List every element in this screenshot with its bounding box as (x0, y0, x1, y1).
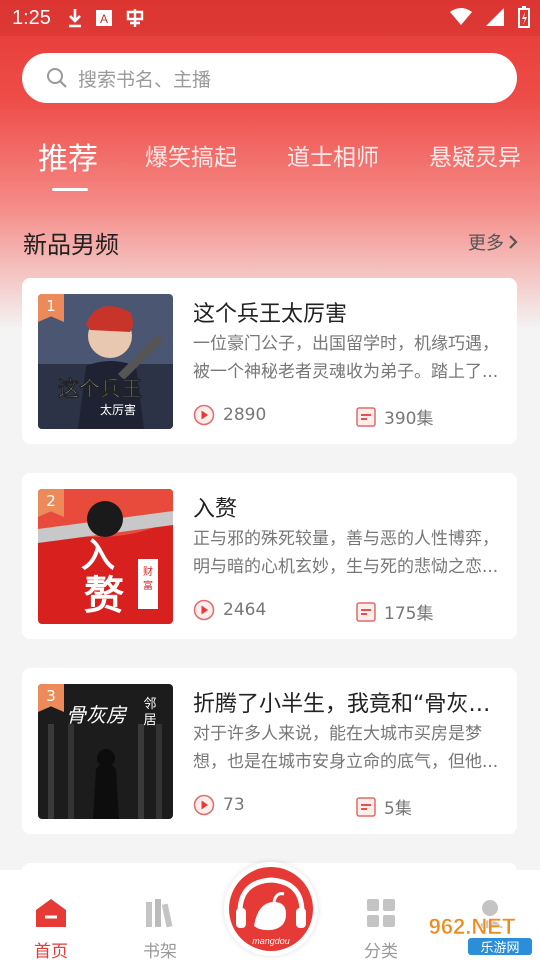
episode-list-icon (356, 796, 376, 817)
player-center-button[interactable]: mangdou (224, 862, 318, 956)
category-grid-icon (367, 899, 395, 927)
play-icon (193, 599, 215, 621)
signal-icon (486, 8, 504, 26)
chevron-right-icon (509, 235, 518, 249)
svg-text:乐游网: 乐游网 (480, 941, 519, 956)
wifi-icon (450, 8, 472, 25)
play-count: 73 (193, 794, 245, 816)
book-description: 对于许多人来说，能在大城市买房是梦想，也是在城市安身立命的底气，但他... (193, 724, 499, 772)
bookshelf-icon (146, 899, 173, 928)
notification-a-icon: A (95, 10, 112, 26)
book-card[interactable]: 骨灰房 邻 居 3 折腾了小半生，我竟和“骨灰房... 对于许多人来说，能在大城… (22, 668, 517, 834)
svg-text:骨灰房: 骨灰房 (66, 703, 128, 727)
svg-text:太厉害: 太厉害 (100, 402, 136, 417)
episode-count-value: 5集 (384, 799, 412, 819)
search-bar[interactable]: 搜索书名、主播 (22, 53, 517, 103)
book-title[interactable]: 入赘 (193, 491, 505, 523)
book-description: 正与邪的殊死较量，善与恶的人性博弈，明与暗的心机玄妙，生与死的悲恸之恋... (193, 529, 499, 577)
play-icon (193, 794, 215, 816)
episode-list-icon (356, 601, 376, 622)
nav-home-label: 首页 (34, 942, 68, 960)
nav-bookshelf[interactable]: 书架 (120, 898, 200, 960)
episode-count: 390集 (356, 404, 433, 429)
home-icon (36, 899, 66, 927)
svg-text:这个兵王: 这个兵王 (58, 377, 142, 401)
episode-list-icon (356, 406, 376, 427)
book-cover[interactable]: 骨灰房 邻 居 3 (38, 684, 173, 819)
download-icon (68, 9, 81, 28)
play-count-value: 2890 (223, 405, 267, 425)
svg-text:邻: 邻 (143, 697, 156, 712)
battery-icon (518, 6, 530, 28)
site-watermark: 962.NET 乐游网 (408, 910, 538, 956)
book-title[interactable]: 折腾了小半生，我竟和“骨灰房... (193, 686, 505, 718)
svg-text:居: 居 (143, 713, 156, 728)
episode-count: 5集 (356, 794, 412, 819)
play-count: 2890 (193, 404, 266, 426)
play-count-value: 73 (223, 795, 245, 815)
play-icon (193, 404, 215, 426)
search-input[interactable]: 搜索书名、主播 (78, 65, 211, 92)
svg-text:入: 入 (81, 536, 115, 576)
more-label: 更多 (468, 233, 504, 254)
nav-bookshelf-label: 书架 (143, 942, 177, 960)
mangdou-logo-icon: mangdou (229, 867, 313, 951)
book-cover[interactable]: 入 赘 财 富 2 (38, 489, 173, 624)
book-card[interactable]: 这个兵王 太厉害 1 这个兵王太厉害 一位豪门公子，出国留学时，机缘巧遇，被一个… (22, 278, 517, 444)
nav-home[interactable]: 首页 (11, 898, 91, 960)
svg-text:赘: 赘 (84, 572, 124, 619)
tab-recommend[interactable]: 推荐 (38, 134, 98, 178)
search-icon (47, 68, 67, 88)
svg-text:962.NET: 962.NET (429, 914, 516, 939)
play-count-value: 2464 (223, 600, 267, 620)
episode-count: 175集 (356, 599, 433, 624)
more-link[interactable]: 更多 (468, 229, 518, 255)
svg-text:A: A (100, 12, 108, 26)
play-count: 2464 (193, 599, 266, 621)
active-tab-indicator (52, 188, 88, 191)
episode-count-value: 175集 (384, 604, 434, 624)
status-time: 1:25 (12, 6, 51, 29)
svg-text:财: 财 (143, 565, 153, 578)
tab-comedy[interactable]: 爆笑搞起 (145, 138, 237, 172)
tab-taoist[interactable]: 道士相师 (287, 138, 379, 172)
episode-count-value: 390集 (384, 409, 434, 429)
svg-text:富: 富 (143, 579, 153, 592)
book-card[interactable]: 入 赘 财 富 2 入赘 正与邪的殊死较量，善与恶的人性博弈，明与暗的心机玄妙，… (22, 473, 517, 639)
book-description: 一位豪门公子，出国留学时，机缘巧遇，被一个神秘老者灵魂收为弟子。踏上了... (193, 334, 499, 382)
book-title[interactable]: 这个兵王太厉害 (193, 296, 505, 328)
book-cover[interactable]: 这个兵王 太厉害 1 (38, 294, 173, 429)
svg-text:mangdou: mangdou (252, 936, 290, 946)
app-icon (126, 9, 144, 27)
tab-mystery[interactable]: 悬疑灵异 (429, 138, 521, 172)
watermark-logo: 962.NET 乐游网 (428, 914, 532, 956)
section-title: 新品男频 (23, 231, 119, 259)
status-bar: 1:25 A (0, 0, 540, 36)
